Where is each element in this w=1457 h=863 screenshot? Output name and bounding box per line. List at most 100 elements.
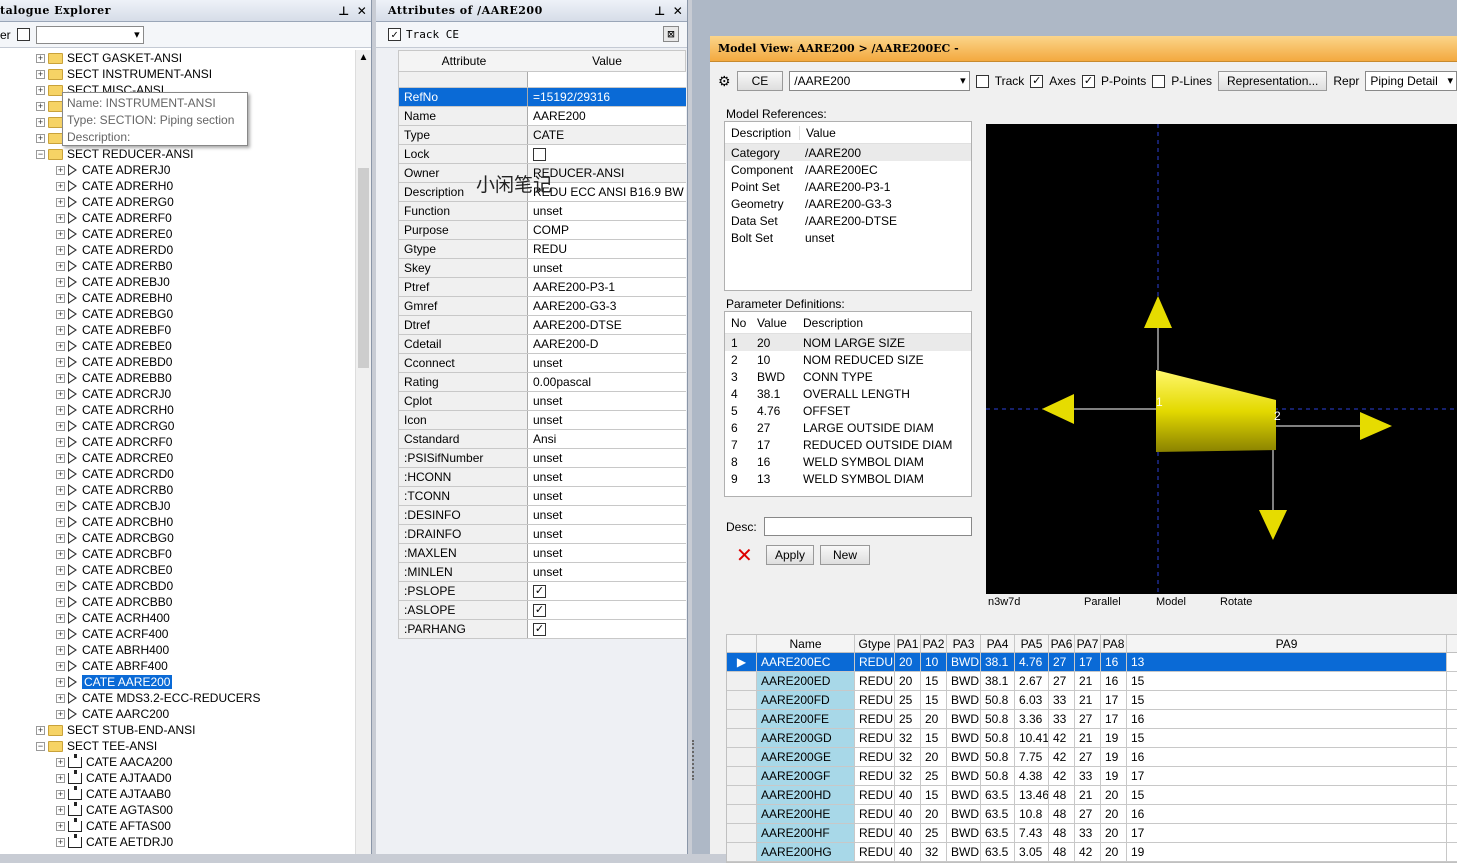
tree-item[interactable]: + CATE AARE200 — [56, 674, 173, 690]
expand-icon[interactable]: + — [36, 69, 45, 79]
grid-cell[interactable]: BWD — [947, 805, 981, 823]
attribute-value[interactable]: CATE — [528, 126, 686, 144]
expand-icon[interactable]: + — [56, 533, 65, 543]
attribute-row[interactable]: Cdetail AARE200-D — [398, 335, 686, 354]
grid-cell[interactable]: AARE200GF — [757, 767, 855, 785]
grid-cell[interactable]: 63.5 — [981, 786, 1015, 804]
parameter-row[interactable]: 6 27 LARGE OUTSIDE DIAM — [725, 419, 971, 436]
new-button[interactable]: New — [820, 545, 871, 565]
row-header[interactable] — [727, 843, 757, 861]
grid-cell[interactable]: 10 — [921, 653, 947, 671]
expand-icon[interactable]: + — [56, 245, 65, 255]
tree-item[interactable]: + CATE ADRCBF0 — [56, 546, 172, 562]
tree-item[interactable]: + CATE ACRH400 — [56, 610, 170, 626]
expand-icon[interactable]: + — [56, 469, 65, 479]
attribute-row[interactable]: :DRAINFO unset — [398, 525, 686, 544]
grid-cell[interactable]: 20 — [921, 748, 947, 766]
tree-item[interactable]: + CATE ADREBB0 — [56, 370, 172, 386]
grid-cell[interactable]: 27 — [1075, 710, 1101, 728]
grid-cell[interactable]: AARE200HF — [757, 824, 855, 842]
grid-cell[interactable]: 20 — [895, 672, 921, 690]
tree-item[interactable]: + CATE ADREBE0 — [56, 338, 172, 354]
grid-cell[interactable]: 25 — [921, 824, 947, 842]
grid-cell[interactable]: BWD — [947, 691, 981, 709]
collapse-icon[interactable]: − — [36, 741, 45, 751]
desc-input[interactable] — [764, 517, 972, 536]
attribute-value[interactable]: unset — [528, 506, 686, 524]
expand-icon[interactable]: + — [56, 437, 65, 447]
dataset-row[interactable]: AARE200FE REDU 25 20 BWD 50.8 3.36 33 27 17 16 — [727, 710, 1457, 729]
expand-icon[interactable]: + — [56, 757, 65, 767]
expand-icon[interactable]: + — [56, 565, 65, 575]
grid-cell[interactable]: REDU — [855, 843, 895, 861]
grid-cell[interactable]: 33 — [1075, 824, 1101, 842]
track-checkbox[interactable] — [975, 74, 989, 88]
expand-icon[interactable]: + — [56, 709, 65, 719]
dataset-row[interactable]: AARE200GF REDU 32 25 BWD 50.8 4.38 42 33 19 17 — [727, 767, 1457, 786]
tree-item[interactable]: + CATE ADRCRE0 — [56, 450, 173, 466]
grid-cell[interactable]: 32 — [895, 767, 921, 785]
grid-cell[interactable]: 17 — [1127, 767, 1447, 785]
tree-item[interactable]: + SECT STUB-END-ANSI — [36, 722, 195, 738]
grid-cell[interactable]: 13 — [1127, 653, 1447, 671]
grid-cell[interactable]: 17 — [1101, 691, 1127, 709]
grid-cell[interactable]: 42 — [1075, 843, 1101, 861]
grid-cell[interactable]: AARE200GE — [757, 748, 855, 766]
expand-icon[interactable]: + — [56, 357, 65, 367]
grid-cell[interactable]: AARE200HG — [757, 843, 855, 861]
tree-item[interactable]: + CATE ADRERG0 — [56, 194, 174, 210]
grid-cell[interactable]: 25 — [895, 710, 921, 728]
dataset-row[interactable]: AARE200HF REDU 40 25 BWD 63.5 7.43 48 33 20 17 — [727, 824, 1457, 843]
grid-cell[interactable]: 27 — [1075, 748, 1101, 766]
scroll-up-icon[interactable]: ▲ — [356, 52, 371, 63]
grid-cell[interactable]: REDU — [855, 710, 895, 728]
ce-button[interactable]: CE — [736, 71, 784, 91]
attribute-value[interactable]: unset — [528, 259, 686, 277]
attribute-value[interactable]: unset — [528, 202, 686, 220]
attribute-checkbox[interactable]: ✓ — [533, 622, 546, 636]
grid-cell[interactable]: BWD — [947, 748, 981, 766]
grid-cell[interactable]: 42 — [1049, 767, 1075, 785]
attribute-value[interactable]: unset — [528, 411, 686, 429]
tree-item[interactable]: − SECT TEE-ANSI — [36, 738, 157, 754]
grid-cell[interactable]: 3.05 — [1015, 843, 1049, 861]
grid-cell[interactable]: 33 — [1049, 691, 1075, 709]
grid-cell[interactable]: 19 — [1101, 767, 1127, 785]
grid-cell[interactable]: 48 — [1049, 805, 1075, 823]
grid-cell[interactable]: AARE200FE — [757, 710, 855, 728]
grid-col-header[interactable]: Name — [757, 635, 855, 652]
grid-cell[interactable]: 38.1 — [981, 653, 1015, 671]
attribute-row[interactable]: :HCONN unset — [398, 468, 686, 487]
expand-icon[interactable]: + — [56, 517, 65, 527]
attribute-row[interactable]: :DESINFO unset — [398, 506, 686, 525]
grid-cell[interactable]: 20 — [1101, 843, 1127, 861]
grid-col-header[interactable]: PA2 — [921, 635, 947, 652]
grid-cell[interactable]: 50.8 — [981, 729, 1015, 747]
grid-cell[interactable]: BWD — [947, 672, 981, 690]
expand-icon[interactable]: + — [56, 181, 65, 191]
close-icon[interactable]: ✕ — [353, 4, 371, 18]
grid-cell[interactable]: AARE200HE — [757, 805, 855, 823]
grid-cell[interactable]: 17 — [1127, 824, 1447, 842]
splitter-handle[interactable] — [692, 740, 702, 780]
grid-col-header[interactable]: PA8 — [1101, 635, 1127, 652]
grid-cell[interactable]: 20 — [1101, 824, 1127, 842]
parameter-row[interactable]: 7 17 REDUCED OUTSIDE DIAM — [725, 436, 971, 453]
tool-icon[interactable]: ⚙ — [718, 73, 731, 90]
grid-col-header[interactable]: PA7 — [1075, 635, 1101, 652]
expand-icon[interactable]: + — [56, 277, 65, 287]
grid-cell[interactable]: AARE200ED — [757, 672, 855, 690]
grid-cell[interactable]: 40 — [895, 843, 921, 861]
expand-icon[interactable]: + — [56, 261, 65, 271]
row-header[interactable] — [727, 786, 757, 804]
reference-row[interactable]: Category/AARE200 — [725, 144, 971, 161]
grid-cell[interactable]: REDU — [855, 729, 895, 747]
expand-icon[interactable]: + — [56, 421, 65, 431]
grid-cell[interactable]: AARE200HD — [757, 786, 855, 804]
expand-icon[interactable]: + — [56, 293, 65, 303]
expand-icon[interactable]: + — [56, 693, 65, 703]
dataset-row[interactable]: AARE200HD REDU 40 15 BWD 63.5 13.46 48 21 20 15 — [727, 786, 1457, 805]
interaction-mode[interactable]: Rotate — [1220, 596, 1252, 608]
tree-item[interactable]: + CATE AETDRJ0 — [56, 833, 173, 850]
grid-cell[interactable]: 40 — [895, 824, 921, 842]
